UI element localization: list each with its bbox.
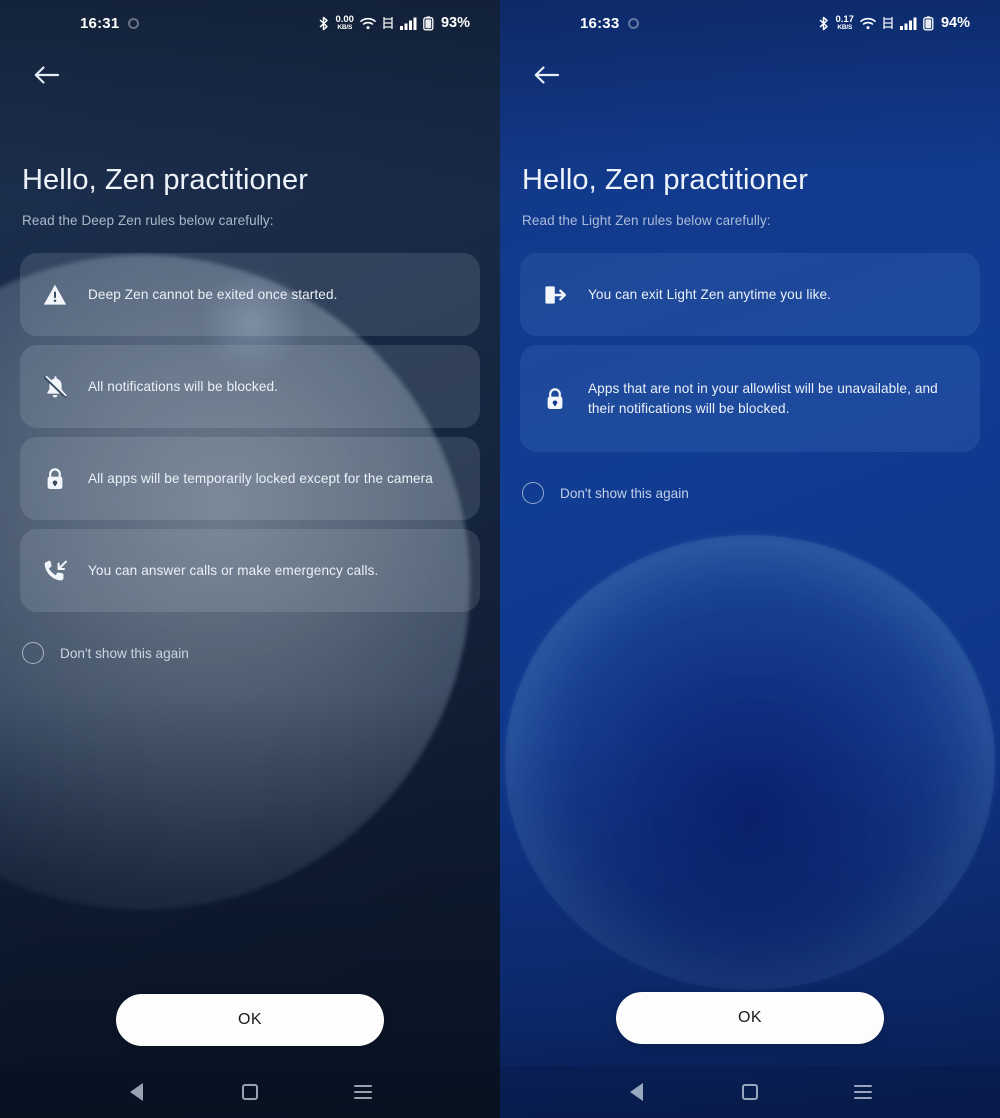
alarm-icon xyxy=(628,17,640,29)
nav-menu-icon xyxy=(354,1085,373,1099)
signal-bars-icon xyxy=(399,17,417,30)
network-speed-indicator: 0.17 KB/S xyxy=(835,15,854,31)
page-subtitle: Read the Deep Zen rules below carefully: xyxy=(22,213,274,228)
incoming-call-icon xyxy=(38,558,72,584)
nfc-icon xyxy=(382,16,394,30)
rule-card: You can answer calls or make emergency c… xyxy=(20,529,480,612)
battery-icon xyxy=(423,15,434,31)
warning-triangle-icon xyxy=(38,282,72,308)
dont-show-again-checkbox[interactable] xyxy=(22,642,44,664)
wifi-icon xyxy=(360,17,376,30)
dont-show-again-label: Don't show this again xyxy=(60,645,189,661)
system-navigation-bar xyxy=(500,1066,1000,1118)
top-app-bar xyxy=(0,46,500,108)
wifi-icon xyxy=(860,17,876,30)
rule-card: Deep Zen cannot be exited once started. xyxy=(20,253,480,336)
nav-menu-icon xyxy=(854,1085,873,1099)
ok-button-container: OK xyxy=(0,994,500,1046)
dont-show-again-checkbox[interactable] xyxy=(522,482,544,504)
nav-recents-button[interactable] xyxy=(339,1068,387,1116)
nav-home-square-icon xyxy=(741,1084,758,1100)
rule-card: All apps will be temporarily locked exce… xyxy=(20,437,480,520)
rule-text: Deep Zen cannot be exited once started. xyxy=(88,286,338,302)
bluetooth-icon xyxy=(318,16,329,31)
rules-list: Deep Zen cannot be exited once started. … xyxy=(0,253,500,612)
network-speed-unit: KB/S xyxy=(337,23,353,31)
lock-icon xyxy=(38,466,72,492)
dont-show-again-row[interactable]: Don't show this again xyxy=(500,482,1000,504)
dual-screenshot-comparison: 16:31 0.00 KB/S 93% Hello, Zen practitio… xyxy=(0,0,1000,1118)
rule-card: Apps that are not in your allowlist will… xyxy=(520,345,980,452)
rule-text: All notifications will be blocked. xyxy=(88,378,279,394)
lock-icon xyxy=(538,386,572,412)
rule-text: Apps that are not in your allowlist will… xyxy=(588,381,938,416)
status-bar: 16:31 0.00 KB/S 93% xyxy=(0,0,500,46)
ok-button[interactable]: OK xyxy=(116,994,384,1046)
rule-text: All apps will be temporarily locked exce… xyxy=(88,470,433,486)
rule-card: You can exit Light Zen anytime you like. xyxy=(520,253,980,336)
top-app-bar xyxy=(500,46,1000,108)
status-bar: 16:33 0.17 KB/S 94% xyxy=(500,0,1000,46)
page-subtitle: Read the Light Zen rules below carefully… xyxy=(522,213,771,228)
ok-button-container: OK xyxy=(500,992,1000,1044)
nfc-icon xyxy=(882,16,894,30)
nav-back-button[interactable] xyxy=(113,1068,161,1116)
rule-card: All notifications will be blocked. xyxy=(20,345,480,428)
exit-icon xyxy=(538,282,572,308)
back-arrow-icon xyxy=(533,65,560,90)
nav-home-button[interactable] xyxy=(226,1068,274,1116)
nav-home-square-icon xyxy=(241,1084,258,1100)
battery-icon xyxy=(923,15,934,31)
network-speed-indicator: 0.00 KB/S xyxy=(335,15,354,31)
nav-back-button[interactable] xyxy=(613,1068,661,1116)
nav-back-triangle-icon xyxy=(630,1083,644,1101)
header-block: Hello, Zen practitioner Read the Light Z… xyxy=(500,164,1000,228)
ok-button[interactable]: OK xyxy=(616,992,884,1044)
network-speed-unit: KB/S xyxy=(837,23,853,31)
battery-percent: 93% xyxy=(440,15,470,31)
system-navigation-bar xyxy=(0,1066,500,1118)
status-time: 16:31 xyxy=(80,14,120,32)
rule-text: You can exit Light Zen anytime you like. xyxy=(588,286,832,302)
page-title: Hello, Zen practitioner xyxy=(22,164,308,196)
rules-list: You can exit Light Zen anytime you like.… xyxy=(500,253,1000,452)
nav-back-triangle-icon xyxy=(130,1083,144,1101)
battery-percent: 94% xyxy=(940,15,970,31)
signal-bars-icon xyxy=(899,17,917,30)
dont-show-again-row[interactable]: Don't show this again xyxy=(0,642,500,664)
back-button[interactable] xyxy=(24,55,68,99)
page-title: Hello, Zen practitioner xyxy=(522,164,808,196)
rule-text: You can answer calls or make emergency c… xyxy=(88,562,379,578)
alarm-icon xyxy=(128,17,140,29)
phone-screen-deep-zen: 16:31 0.00 KB/S 93% Hello, Zen practitio… xyxy=(0,0,500,1118)
nav-recents-button[interactable] xyxy=(839,1068,887,1116)
header-block: Hello, Zen practitioner Read the Deep Ze… xyxy=(0,164,500,228)
bell-off-icon xyxy=(38,374,72,400)
phone-screen-light-zen: 16:33 0.17 KB/S 94% Hello, Zen practitio… xyxy=(500,0,1000,1118)
status-time: 16:33 xyxy=(580,14,620,32)
bluetooth-icon xyxy=(818,16,829,31)
nav-home-button[interactable] xyxy=(726,1068,774,1116)
back-button[interactable] xyxy=(524,55,568,99)
back-arrow-icon xyxy=(33,65,60,90)
dont-show-again-label: Don't show this again xyxy=(560,485,689,501)
